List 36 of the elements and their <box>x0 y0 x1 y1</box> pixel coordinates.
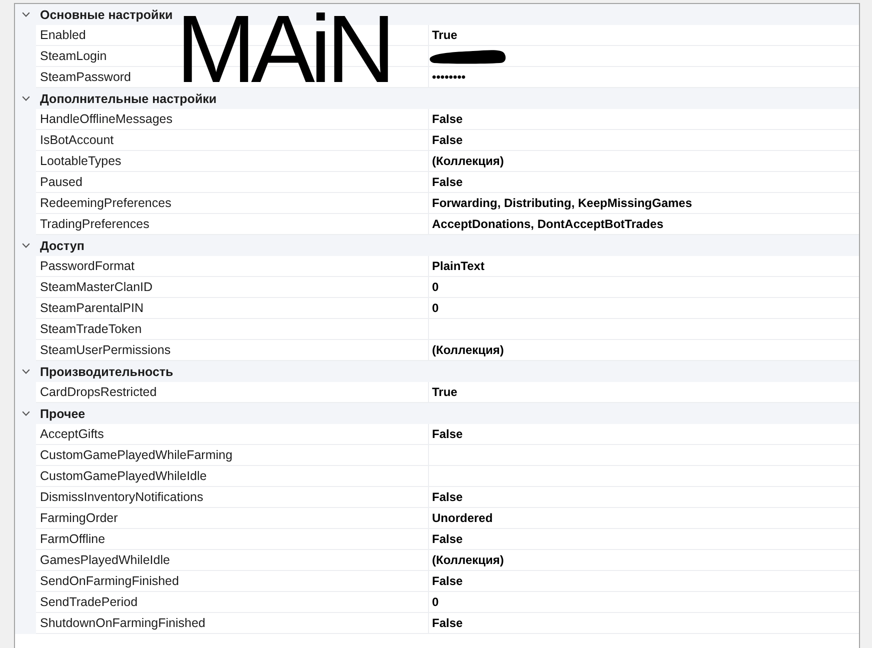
property-name[interactable]: SteamPassword <box>40 69 132 85</box>
category-title: Производительность <box>39 364 174 378</box>
property-name[interactable]: FarmingOrder <box>40 510 118 526</box>
property-name[interactable]: IsBotAccount <box>40 132 114 148</box>
property-name[interactable]: SteamMasterClanID <box>40 279 153 295</box>
property-name[interactable]: ShutdownOnFarmingFinished <box>40 615 206 631</box>
handwritten-annotation: MAiN <box>176 15 391 84</box>
property-name[interactable]: SteamUserPermissions <box>40 342 171 358</box>
property-name[interactable]: CardDropsRestricted <box>40 384 157 400</box>
property-name[interactable]: RedeemingPreferences <box>40 195 172 211</box>
property-name[interactable]: HandleOfflineMessages <box>40 111 172 127</box>
property-name[interactable]: SendOnFarmingFinished <box>40 573 179 589</box>
chevron-down-icon[interactable] <box>22 12 30 17</box>
category-title: Прочее <box>39 406 86 420</box>
chevron-down-icon[interactable] <box>22 369 30 374</box>
property-name[interactable]: LootableTypes <box>40 153 122 169</box>
property-name[interactable]: AcceptGifts <box>40 426 104 442</box>
property-name[interactable]: PasswordFormat <box>40 258 134 274</box>
property-name[interactable]: Enabled <box>40 27 86 43</box>
chevron-down-icon[interactable] <box>22 96 30 101</box>
property-name[interactable]: SendTradePeriod <box>40 594 138 610</box>
property-name[interactable]: Paused <box>40 174 82 190</box>
category-title: Основные настройки <box>39 8 173 22</box>
category-title: Доступ <box>39 238 84 252</box>
property-name[interactable]: TradingPreferences <box>40 216 150 232</box>
property-name[interactable]: SteamParentalPIN <box>40 300 144 316</box>
property-name[interactable]: CustomGamePlayedWhileIdle <box>40 468 207 484</box>
property-name[interactable]: CustomGamePlayedWhileFarming <box>40 447 232 463</box>
category-title: Дополнительные настройки <box>39 92 217 106</box>
property-name[interactable]: GamesPlayedWhileIdle <box>40 552 170 568</box>
property-name[interactable]: SteamLogin <box>40 48 107 64</box>
chevron-down-icon[interactable] <box>22 411 30 416</box>
property-name[interactable]: FarmOffline <box>40 531 106 547</box>
chevron-down-icon[interactable] <box>22 243 30 248</box>
property-name[interactable]: DismissInventoryNotifications <box>40 489 204 505</box>
property-name[interactable]: SteamTradeToken <box>40 321 142 337</box>
